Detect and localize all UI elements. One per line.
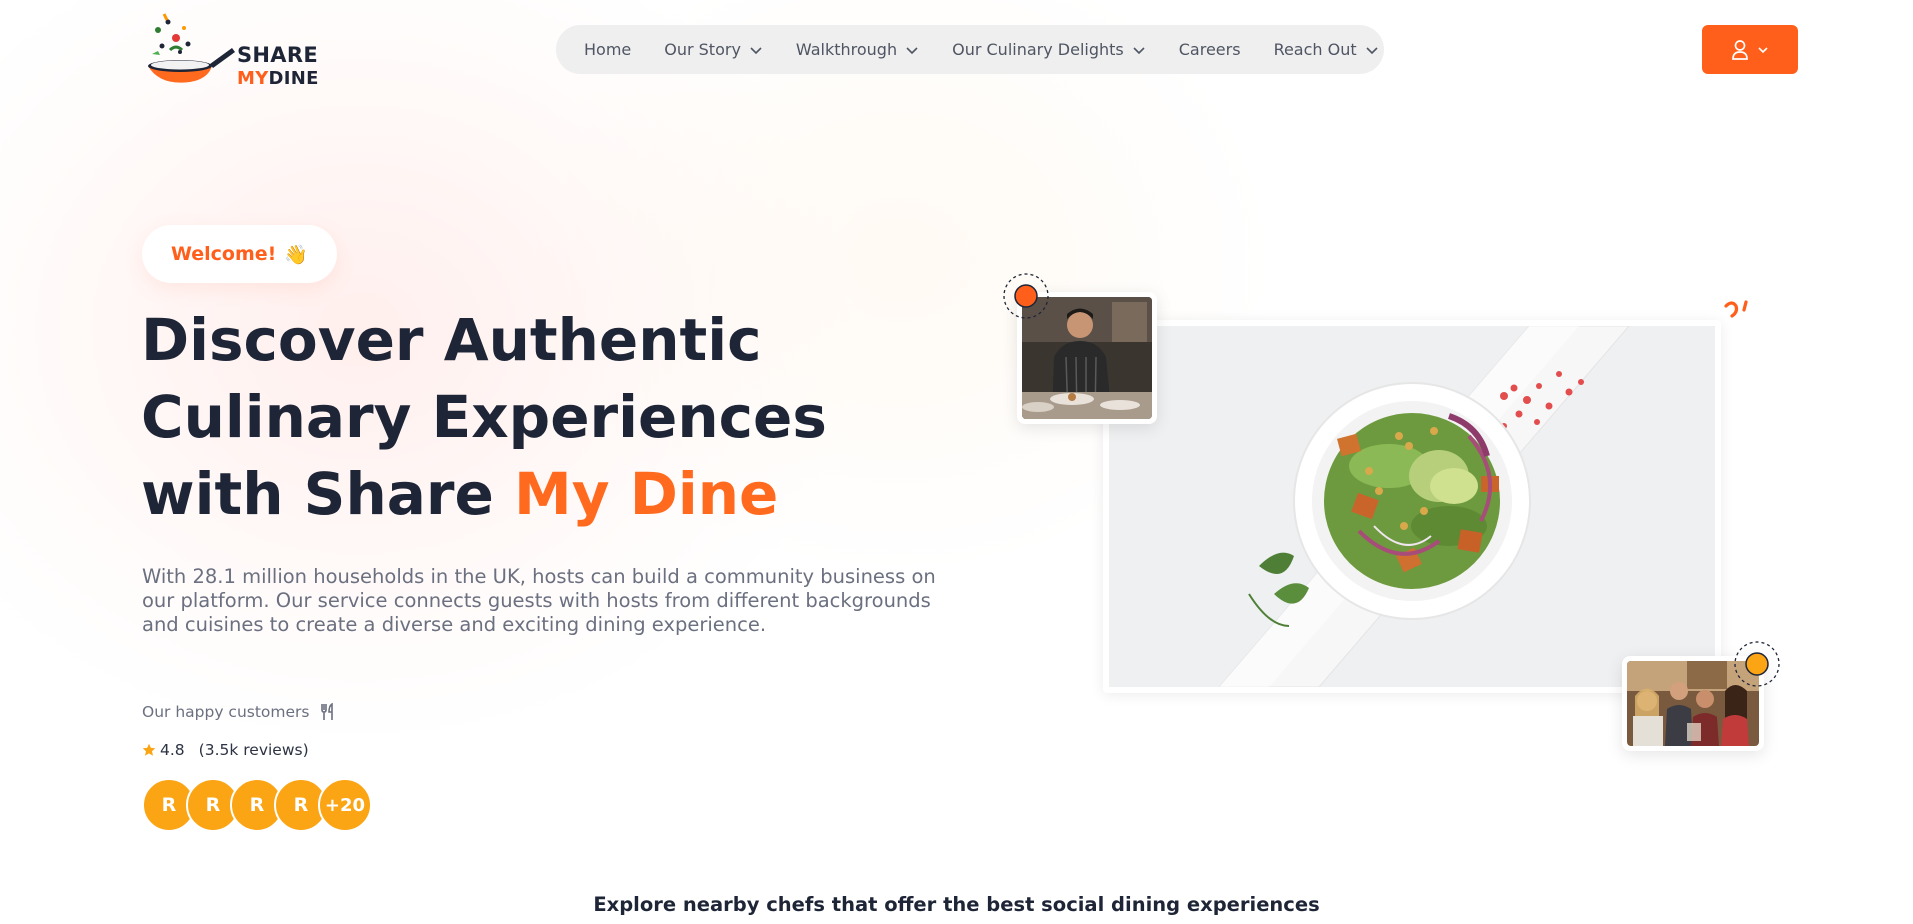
hero-title: Discover Authentic Culinary Experiences …: [141, 302, 901, 533]
brand-line1: SHARE: [237, 43, 318, 67]
yellow-dot-decoration-icon: [1734, 641, 1780, 687]
hero-title-line2: Culinary Experiences: [141, 383, 827, 451]
brand-logo[interactable]: SHARE MYDINE: [140, 8, 318, 89]
chevron-down-icon: [1758, 46, 1768, 53]
hero-title-line1: Discover Authentic: [141, 306, 762, 374]
orange-dot-decoration-icon: [1003, 273, 1049, 319]
salad-image: [1109, 326, 1715, 687]
nav-item-label: Our Culinary Delights: [952, 40, 1124, 59]
nav-item-label: Reach Out: [1273, 40, 1357, 59]
pan-logo-icon: [148, 13, 235, 83]
happy-customers-text: Our happy customers: [142, 703, 310, 721]
chevron-down-icon: [906, 46, 918, 54]
rating-summary: 4.8 (3.5k reviews): [142, 741, 309, 759]
explore-heading: Explore nearby chefs that offer the best…: [593, 893, 1320, 916]
nav-item-reach-out[interactable]: Reach Out: [1274, 40, 1379, 59]
chevron-down-icon: [750, 46, 762, 54]
salad-photo: [1103, 320, 1721, 693]
avatar-more-count[interactable]: +20: [318, 778, 372, 832]
nav-item-careers[interactable]: Careers: [1179, 40, 1241, 59]
hero-description: With 28.1 million households in the UK, …: [142, 565, 936, 636]
nav-item-walkthrough[interactable]: Walkthrough: [796, 40, 919, 59]
chevron-down-icon: [1133, 46, 1145, 54]
rating-value: 4.8: [160, 741, 185, 759]
user-menu-button[interactable]: [1702, 25, 1798, 74]
user-icon: [1732, 39, 1748, 60]
nav-item-our-story[interactable]: Our Story: [664, 40, 763, 59]
nav-item-label: Our Story: [664, 40, 741, 59]
welcome-badge: Welcome! 👋: [142, 225, 337, 283]
chevron-down-icon: [1366, 46, 1378, 54]
waving-hand-icon: 👋: [284, 243, 309, 266]
brand-wordmark: SHARE MYDINE: [237, 44, 319, 90]
nav-item-label: Home: [584, 40, 632, 59]
nav-item-label: Walkthrough: [795, 40, 898, 59]
nav-item-label: Careers: [1178, 40, 1241, 59]
hero-title-accent: My Dine: [514, 460, 779, 528]
hero-title-line3: with Share: [141, 460, 515, 528]
cutlery-icon: [320, 703, 333, 720]
brand-line2-accent: MY: [237, 68, 269, 89]
star-icon: [142, 743, 156, 756]
nav-item-culinary-delights[interactable]: Our Culinary Delights: [952, 40, 1146, 59]
happy-customers-label: Our happy customers: [142, 703, 336, 721]
welcome-text: Welcome!: [170, 243, 277, 265]
nav-item-home[interactable]: Home: [584, 40, 631, 59]
main-nav: Home Our Story Walkthrough Our Culinary …: [556, 25, 1384, 74]
brand-line2-rest: DINE: [268, 68, 319, 89]
customer-avatars: R R R R +20: [142, 778, 372, 832]
rating-reviews: (3.5k reviews): [198, 741, 309, 759]
squiggle-decoration-icon: [1724, 300, 1748, 318]
